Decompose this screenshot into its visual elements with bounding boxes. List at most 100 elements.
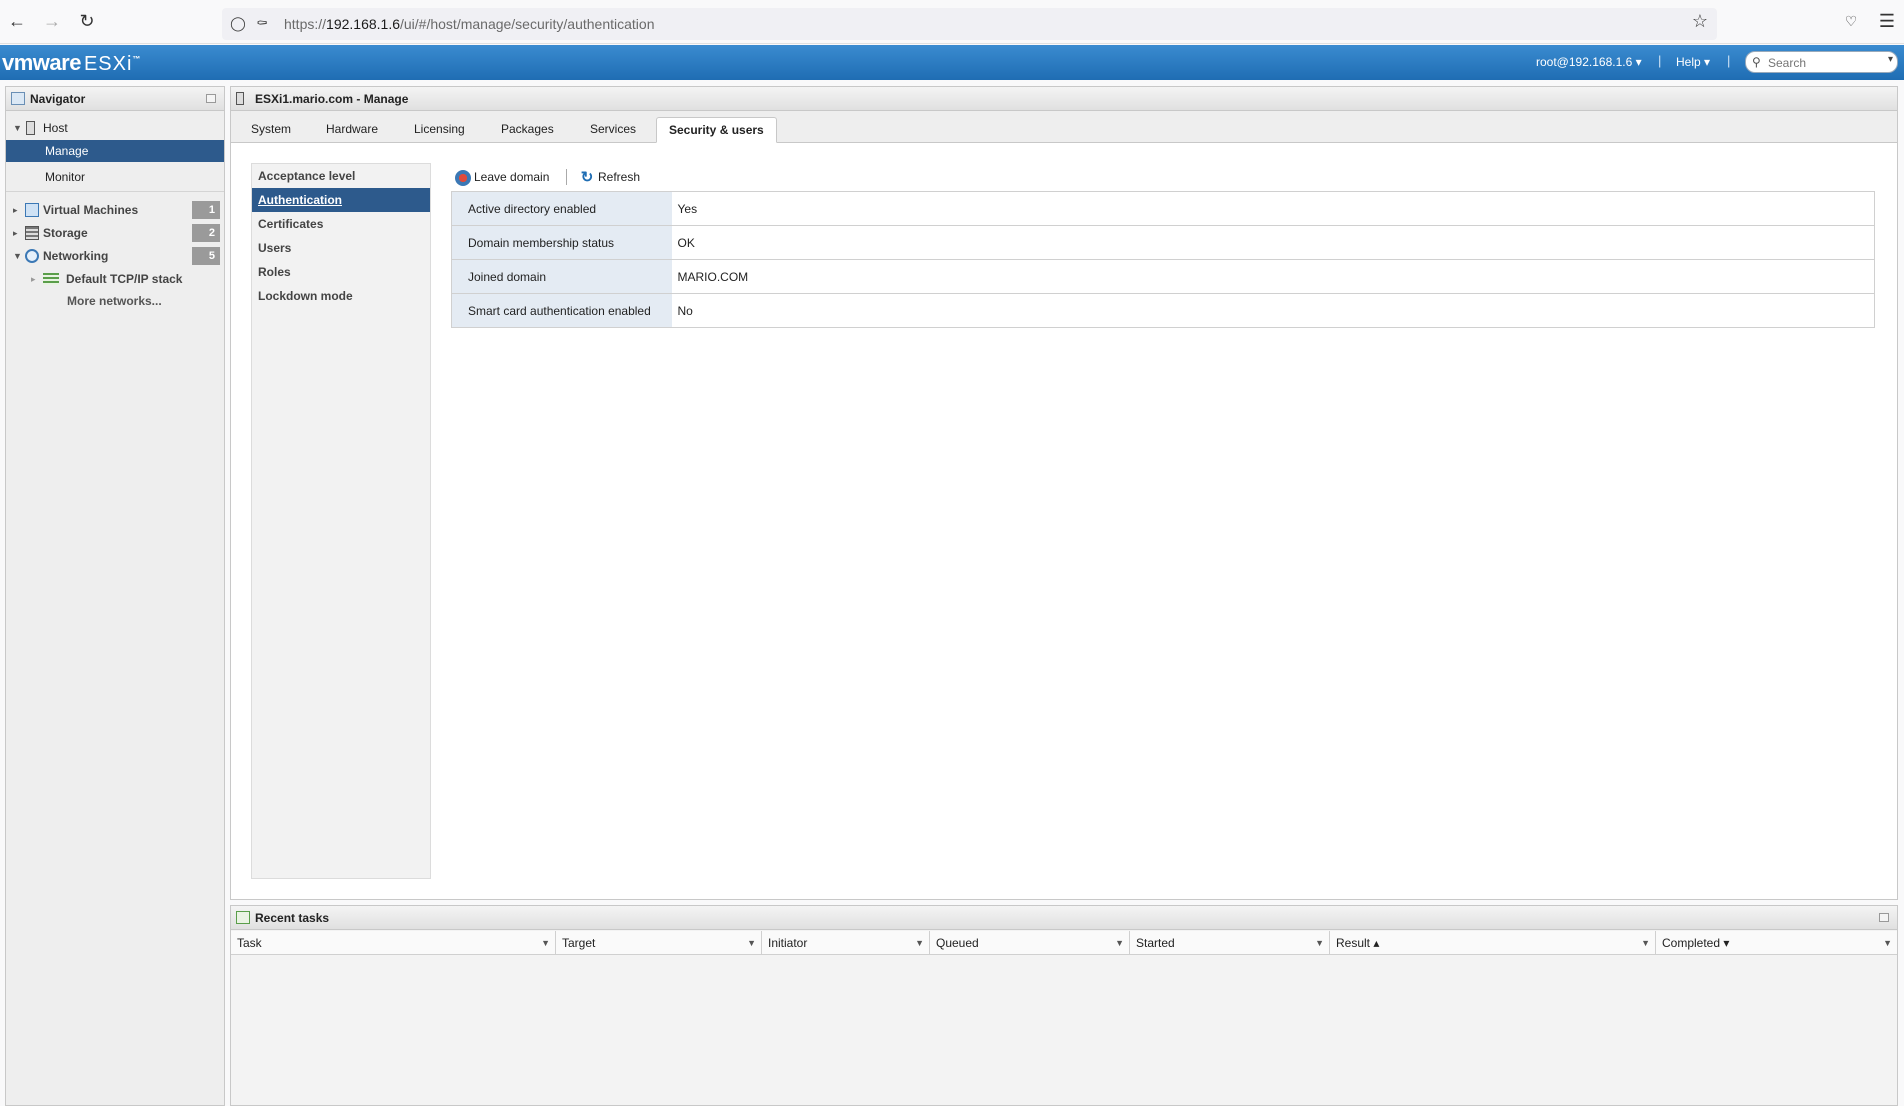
tree-item-tcpip-stack[interactable]: ▸ Default TCP/IP stack	[6, 268, 224, 290]
tree-item-networking[interactable]: ▼ Networking 5	[6, 245, 224, 267]
browser-toolbar: ← → ↻ ◯ ⚰ https://192.168.1.6/ui/#/host/…	[0, 0, 1904, 44]
property-value: MARIO.COM	[677, 269, 749, 284]
tree-item-virtual-machines[interactable]: ▸ Virtual Machines 1	[6, 199, 224, 221]
chevron-down-icon[interactable]: ▼	[13, 117, 22, 139]
property-key: Joined domain	[451, 259, 672, 294]
sub-nav-acceptance-level[interactable]: Acceptance level	[252, 164, 430, 188]
navigator-panel: Navigator ▼ Host Manage Monitor ▸ Virtua…	[5, 86, 225, 1106]
chevron-down-icon[interactable]: ▼	[915, 931, 924, 955]
app-header: vmware ESXi™ root@192.168.1.6 ▾ | Help ▾ …	[0, 45, 1904, 80]
search-box[interactable]: ⚲ ▾	[1745, 51, 1898, 73]
table-row: Domain membership status OK	[451, 225, 1875, 260]
refresh-button[interactable]: ↻ Refresh	[579, 167, 640, 187]
chevron-right-icon[interactable]: ▸	[13, 222, 18, 244]
reload-icon[interactable]: ↻	[76, 10, 98, 32]
sub-nav-roles[interactable]: Roles	[252, 260, 430, 284]
column-result[interactable]: Result ▴ ▼	[1330, 931, 1656, 955]
tree-item-more-networks[interactable]: More networks...	[6, 290, 224, 312]
tasks-icon	[236, 911, 250, 924]
column-initiator[interactable]: Initiator ▼	[762, 931, 930, 955]
tasks-table-header: Task ▼ Target ▼ Initiator ▼ Queued ▼ Started…	[231, 931, 1897, 955]
sub-nav-certificates[interactable]: Certificates	[252, 212, 430, 236]
help-menu[interactable]: Help ▾	[1676, 55, 1710, 69]
minimize-icon[interactable]	[206, 94, 216, 103]
chevron-down-icon[interactable]: ▼	[541, 931, 550, 955]
tree-item-manage[interactable]: Manage	[6, 140, 224, 162]
property-key: Domain membership status	[451, 225, 672, 260]
tab-services[interactable]: Services	[590, 117, 636, 143]
leave-domain-icon	[455, 169, 471, 186]
count-badge: 5	[192, 247, 220, 265]
chevron-down-icon[interactable]: ▼	[747, 931, 756, 955]
security-sub-nav: Acceptance level Authentication Certific…	[251, 163, 431, 879]
sub-nav-authentication[interactable]: Authentication	[252, 188, 430, 212]
chevron-down-icon[interactable]: ▼	[1641, 931, 1650, 955]
user-menu[interactable]: root@192.168.1.6 ▾	[1536, 55, 1642, 69]
search-icon: ⚲	[1752, 55, 1761, 69]
sub-nav-lockdown-mode[interactable]: Lockdown mode	[252, 284, 430, 308]
menu-icon[interactable]: ☰	[1876, 10, 1898, 32]
property-key: Smart card authentication enabled	[451, 293, 672, 328]
count-badge: 1	[192, 201, 220, 219]
tab-licensing[interactable]: Licensing	[414, 117, 465, 143]
chevron-right-icon[interactable]: ▸	[31, 268, 36, 290]
header-separator: |	[1727, 53, 1731, 68]
globe-icon	[25, 249, 39, 263]
chevron-right-icon[interactable]: ▸	[13, 199, 18, 221]
tree-item-monitor[interactable]: Monitor	[6, 166, 224, 188]
lock-icon[interactable]: ⚰	[254, 15, 270, 31]
back-arrow-icon[interactable]: ←	[6, 10, 28, 32]
pocket-icon[interactable]: ♡	[1840, 10, 1862, 32]
tab-hardware[interactable]: Hardware	[326, 117, 378, 143]
url-text[interactable]: https://192.168.1.6/ui/#/host/manage/sec…	[284, 16, 655, 32]
recent-tasks-panel: Recent tasks Task ▼ Target ▼ Initiator ▼ Qu…	[230, 905, 1898, 1106]
chevron-down-icon[interactable]: ▼	[1115, 931, 1124, 955]
chevron-down-icon[interactable]: ▼	[1883, 931, 1892, 955]
forward-arrow-icon[interactable]: →	[41, 10, 63, 32]
minimize-icon[interactable]	[1879, 913, 1889, 922]
navigator-divider	[6, 191, 224, 192]
search-input[interactable]	[1768, 55, 1878, 70]
tab-strip: System Hardware Licensing Packages Servi…	[231, 111, 1897, 143]
manage-panel: ESXi1.mario.com - Manage System Hardware…	[230, 86, 1898, 900]
property-value: Yes	[677, 201, 698, 216]
count-badge: 2	[192, 224, 220, 242]
refresh-icon: ↻	[580, 168, 594, 186]
navigator-icon	[11, 92, 25, 105]
chevron-down-icon[interactable]: ▾	[1888, 54, 1893, 65]
property-key: Active directory enabled	[451, 191, 672, 226]
column-completed[interactable]: Completed ▾ ▼	[1656, 931, 1897, 955]
header-separator: |	[1658, 53, 1662, 68]
authentication-properties-table: Active directory enabled Yes Domain memb…	[451, 191, 1875, 328]
sub-nav-users[interactable]: Users	[252, 236, 430, 260]
column-started[interactable]: Started ▼	[1130, 931, 1330, 955]
tree-item-host[interactable]: ▼ Host	[6, 117, 224, 139]
shield-icon[interactable]: ◯	[230, 15, 246, 31]
chevron-down-icon[interactable]: ▼	[13, 245, 22, 267]
tab-system[interactable]: System	[251, 117, 291, 143]
vmware-esxi-logo: vmware ESXi™	[2, 50, 140, 75]
server-icon	[236, 92, 244, 105]
table-row: Active directory enabled Yes	[451, 191, 1875, 226]
address-bar[interactable]: ◯ ⚰ https://192.168.1.6/ui/#/host/manage…	[222, 8, 1717, 40]
manage-title: ESXi1.mario.com - Manage	[231, 87, 1897, 111]
property-value: No	[677, 303, 693, 318]
bookmark-star-icon[interactable]: ☆	[1689, 10, 1711, 32]
tree-item-storage[interactable]: ▸ Storage 2	[6, 222, 224, 244]
property-value: OK	[677, 235, 695, 250]
chevron-down-icon[interactable]: ▼	[1315, 931, 1324, 955]
storage-icon	[25, 226, 39, 240]
column-target[interactable]: Target ▼	[556, 931, 762, 955]
server-icon	[26, 121, 35, 135]
table-row: Joined domain MARIO.COM	[451, 259, 1875, 294]
leave-domain-button[interactable]: Leave domain	[455, 167, 549, 187]
recent-tasks-title: Recent tasks	[231, 906, 1897, 930]
navigator-title: Navigator	[6, 87, 224, 111]
table-row: Smart card authentication enabled No	[451, 293, 1875, 328]
column-task[interactable]: Task ▼	[231, 931, 556, 955]
network-stack-icon	[43, 273, 59, 285]
tab-packages[interactable]: Packages	[501, 117, 554, 143]
tab-security-users[interactable]: Security & users	[656, 117, 777, 143]
virtual-machine-icon	[25, 203, 39, 217]
column-queued[interactable]: Queued ▼	[930, 931, 1130, 955]
